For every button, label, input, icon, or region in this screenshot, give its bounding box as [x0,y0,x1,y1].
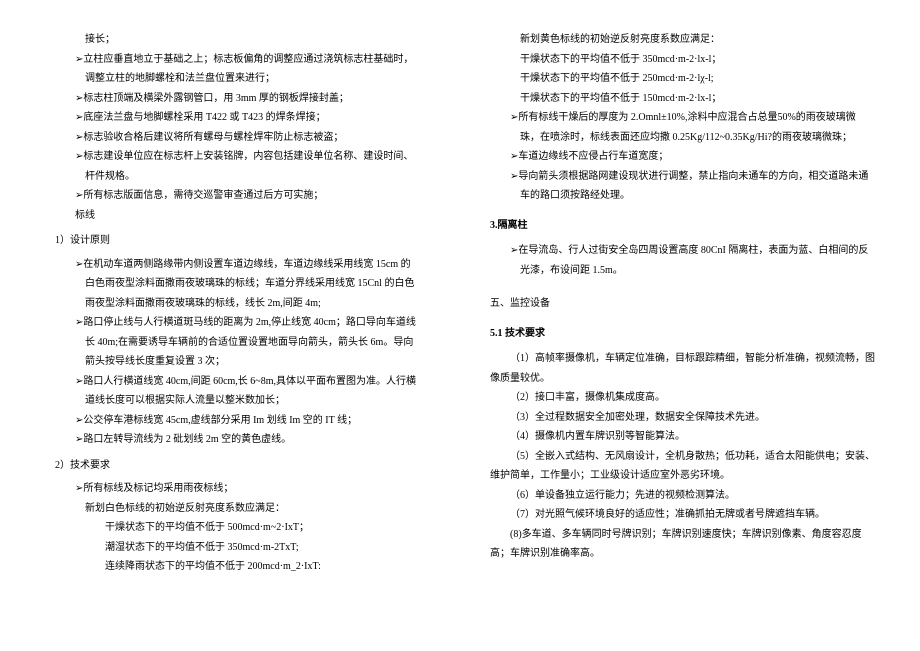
text-line: ➢路口左转导流线为 2 砒划线 2m 空的黄色虚线。 [55,430,420,450]
subheading: 1）设计原则 [55,231,420,251]
text-line: ➢标志建设单位应在标志杆上安装铭牌，内容包括建设单位名称、建设时间、杆件规格。 [55,147,420,186]
text-line: 干燥状态下的平均值不低于 250mcd·m-2·lχ-l; [490,69,875,89]
subheading: 2）技术要求 [55,456,420,476]
text-line: 新划黄色标线的初始逆反射亮度系数应满足： [490,30,875,50]
text-line: ➢所有标线及标记均采用雨夜标线； [55,479,420,499]
text-line: ➢标志验收合格后建议将所有螺母与螺栓焊牢防止标志被盗； [55,128,420,148]
text-line: （4）摄像机内置车牌识别等智能算法。 [490,427,875,447]
right-column: 新划黄色标线的初始逆反射亮度系数应满足： 干燥状态下的平均值不低于 350mcd… [460,0,920,651]
text-line: ➢在机动车道两侧路缘带内侧设置车道边缘线，车道边缘线采用线宽 15cm 的白色雨… [55,255,420,314]
text-line: 新划白色标线的初始逆反射亮度系数应满足： [55,499,420,519]
text-line: 干燥状态下的平均值不低于 500mcd·m~2·IxT； [55,518,420,538]
text-line: ➢车道边缘线不应侵占行车道宽度； [490,147,875,167]
text-line: （3）全过程数据安全加密处理，数据安全保障技术先进。 [490,408,875,428]
section-heading: 3.隔离柱 [490,216,875,236]
text-line: （5）全嵌入式结构、无风扇设计，全机身散热；低功耗，适合太阳能供电；安装、维护简… [490,447,875,486]
text-line: ➢所有标志版面信息，需待交巡警审查通过后方可实施； [55,186,420,206]
section-heading: 5.1 技术要求 [490,324,875,344]
text-line: （7）对光照气候环境良好的适应性；准确抓拍无牌或者号牌遮挡车辆。 [490,505,875,525]
text-line: （1）高帧率摄像机，车辆定位准确，目标跟踪精细，智能分析准确，视频流畅，图像质量… [490,349,875,388]
text-line: 干燥状态下的平均值不低于 350mcd·m-2·lx-l； [490,50,875,70]
text-line: ➢公交停车港标线宽 45cm,虚线部分采用 Im 划线 Im 空的 IT 线； [55,411,420,431]
text-line: ➢立柱应垂直地立于基础之上；标志板偏角的调整应通过浇筑标志柱基础时，调整立柱的地… [55,50,420,89]
text-line: ➢标志柱顶端及横梁外露钢管口，用 3mm 厚的钢板焊接封盖； [55,89,420,109]
text-line: 接长； [55,30,420,50]
text-line: ➢在导流岛、行人过街安全岛四周设置高度 80CnI 隔离柱，表面为蓝、白相间的反… [490,241,875,280]
text-line: ➢导向箭头须根据路网建设现状进行调整，禁止指向未通车的方向，相交道路未通车的路口… [490,167,875,206]
text-line: 标线 [55,206,420,226]
text-line: ➢底座法兰盘与地脚螺栓采用 T422 或 T423 的焊条焊接； [55,108,420,128]
text-line: (8)多车道、多车辆同时号牌识别；车牌识别速度快；车牌识别像素、角度容忍度高；车… [490,525,875,564]
section-heading: 五、监控设备 [490,294,875,314]
text-line: （2）接口丰富，摄像机集成度高。 [490,388,875,408]
text-line: 干燥状态下的平均值不低于 150mcd·m-2·lx-l； [490,89,875,109]
text-line: ➢路口人行横道线宽 40cm,间距 60cm,长 6~8m,具体以平面布置图为准… [55,372,420,411]
text-line: 连续降雨状态下的平均值不低于 200mcd·m_2·IxT: [55,557,420,577]
text-line: ➢所有标线干燥后的厚度为 2.Omnl±10%,涂料中应混合占总量50%的雨夜玻… [490,108,875,147]
left-column: 接长； ➢立柱应垂直地立于基础之上；标志板偏角的调整应通过浇筑标志柱基础时，调整… [0,0,460,651]
text-line: （6）单设备独立运行能力；先进的视频检测算法。 [490,486,875,506]
text-line: ➢路口停止线与人行横道斑马线的距离为 2m,停止线宽 40cm；路口导向车道线长… [55,313,420,372]
text-line: 潮湿状态下的平均值不低于 350mcd·m-2TxT; [55,538,420,558]
